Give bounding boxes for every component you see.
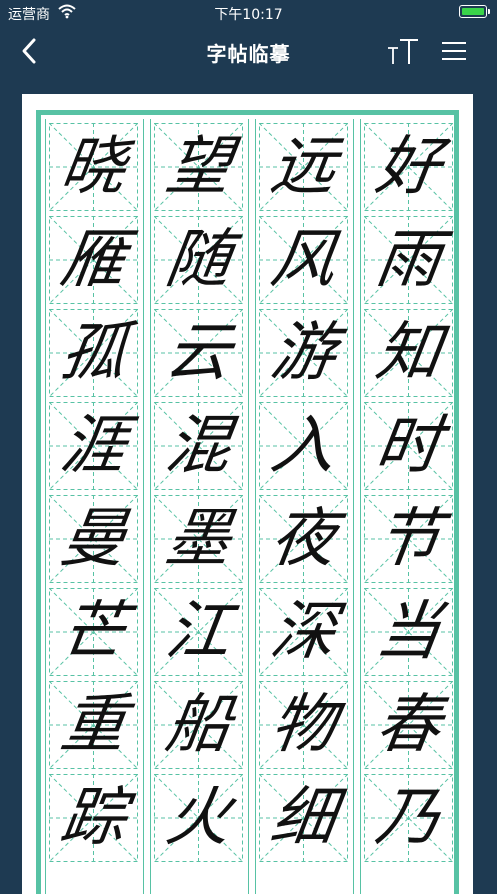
grid-cell: 知	[364, 309, 453, 397]
calligraphy-character: 江	[161, 595, 236, 669]
grid-cell: 入	[259, 402, 348, 490]
battery-icon	[459, 5, 490, 18]
calligraphy-character: 入	[266, 409, 341, 483]
calligraphy-character: 春	[371, 688, 446, 762]
calligraphy-character: 随	[161, 223, 236, 297]
grid-cell: 好	[364, 123, 453, 211]
calligraphy-character: 火	[161, 781, 236, 855]
status-time: 下午10:17	[214, 7, 283, 23]
calligraphy-character: 云	[161, 316, 236, 390]
grid-cell: 雨	[364, 216, 453, 304]
grid-cell: 随	[154, 216, 243, 304]
calligraphy-character: 远	[266, 130, 341, 204]
calligraphy-character: 游	[266, 316, 341, 390]
calligraphy-character: 混	[161, 409, 236, 483]
calligraphy-character: 雨	[371, 223, 446, 297]
grid-cell: 望	[154, 123, 243, 211]
calligraphy-character: 时	[371, 409, 446, 483]
grid-cell: 远	[259, 123, 348, 211]
grid-cell: 火	[154, 774, 243, 862]
calligraphy-character: 当	[371, 595, 446, 669]
calligraphy-character: 重	[56, 688, 131, 762]
grid-cell: 江	[154, 588, 243, 676]
grid-cell: 重	[49, 681, 138, 769]
copybook-sheet: 晓雁孤涯曼芒重踪望随云混墨江船火远风游入夜深物细好雨知时节当春乃	[22, 94, 473, 894]
calligraphy-character: 晓	[56, 130, 131, 204]
calligraphy-character: 物	[266, 688, 341, 762]
grid-cell: 晓	[49, 123, 138, 211]
nav-bar: 字帖临摹	[0, 26, 497, 76]
grid-cell: 细	[259, 774, 348, 862]
text-size-icon[interactable]	[386, 36, 420, 66]
grid-cell: 物	[259, 681, 348, 769]
calligraphy-character: 乃	[371, 781, 446, 855]
grid-cell: 游	[259, 309, 348, 397]
calligraphy-character: 孤	[56, 316, 131, 390]
grid-cell: 墨	[154, 495, 243, 583]
calligraphy-character: 夜	[266, 502, 341, 576]
grid-cell: 当	[364, 588, 453, 676]
calligraphy-character: 墨	[161, 502, 236, 576]
calligraphy-character: 望	[161, 130, 236, 204]
grid-cell: 时	[364, 402, 453, 490]
grid-cell: 节	[364, 495, 453, 583]
calligraphy-character: 细	[266, 781, 341, 855]
calligraphy-character: 知	[371, 316, 446, 390]
status-bar: 运营商 下午10:17	[0, 0, 497, 26]
grid-cell: 曼	[49, 495, 138, 583]
calligraphy-character: 踪	[56, 781, 131, 855]
grid-cell: 夜	[259, 495, 348, 583]
calligraphy-character: 节	[371, 502, 446, 576]
grid-cell: 涯	[49, 402, 138, 490]
grid-cell: 春	[364, 681, 453, 769]
grid-cell: 芒	[49, 588, 138, 676]
calligraphy-character: 雁	[56, 223, 131, 297]
calligraphy-character: 风	[266, 223, 341, 297]
copybook-column: 远风游入夜深物细	[255, 119, 354, 894]
calligraphy-character: 船	[161, 688, 236, 762]
copybook-column: 晓雁孤涯曼芒重踪	[45, 119, 144, 894]
hamburger-menu-icon[interactable]	[440, 38, 468, 64]
grid-cell: 乃	[364, 774, 453, 862]
copybook-column: 好雨知时节当春乃	[360, 119, 459, 894]
grid-cell: 风	[259, 216, 348, 304]
grid-cell: 混	[154, 402, 243, 490]
calligraphy-character: 好	[371, 130, 446, 204]
calligraphy-character: 涯	[56, 409, 131, 483]
calligraphy-character: 曼	[56, 502, 131, 576]
calligraphy-character: 芒	[56, 595, 131, 669]
page-title: 字帖临摹	[206, 42, 291, 66]
calligraphy-character: 深	[266, 595, 341, 669]
grid-cell: 踪	[49, 774, 138, 862]
grid-cell: 雁	[49, 216, 138, 304]
grid-cell: 深	[259, 588, 348, 676]
grid-cell: 孤	[49, 309, 138, 397]
copybook-column: 望随云混墨江船火	[150, 119, 249, 894]
grid-cell: 云	[154, 309, 243, 397]
copybook-frame: 晓雁孤涯曼芒重踪望随云混墨江船火远风游入夜深物细好雨知时节当春乃	[36, 110, 459, 894]
grid-cell: 船	[154, 681, 243, 769]
